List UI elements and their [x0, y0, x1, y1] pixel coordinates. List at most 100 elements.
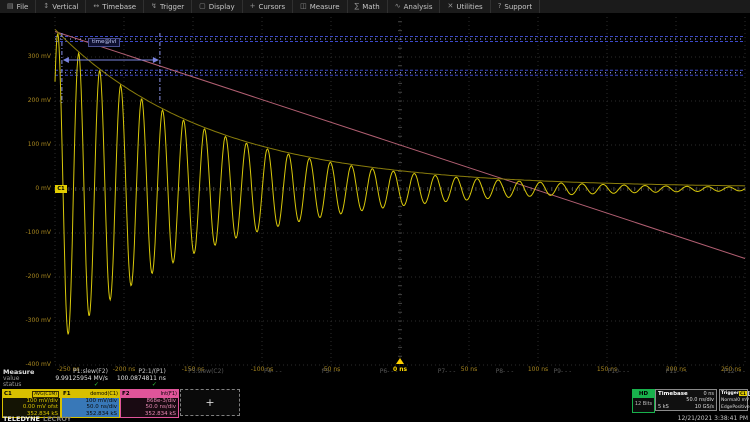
f1-samples: 352.834 kS — [64, 411, 117, 417]
status-row-label: status — [0, 382, 55, 389]
menu-item-label: Support — [504, 3, 532, 11]
c1-coupling-badge: AVG(C1M) — [32, 391, 59, 398]
y-axis-label: -400 mV — [0, 361, 51, 368]
menu-item-label: Cursors — [258, 3, 285, 11]
teledyne-lecroy-logo: TELEDYNELECROY — [3, 415, 71, 422]
timebase-samples: 5 kS — [658, 404, 669, 410]
measure-status — [171, 382, 229, 389]
menu-item-analysis[interactable]: ∿Analysis — [388, 0, 441, 13]
f2-label: F2 — [122, 391, 130, 397]
add-trace-button[interactable]: + — [180, 389, 240, 416]
measure-column: P6- - - — [345, 369, 403, 389]
trigger-slope: Positive — [732, 405, 749, 411]
menu-bar: ▤File↕Vertical↔Timebase↯Trigger▢Display+… — [0, 0, 750, 14]
menu-item-cursors[interactable]: +Cursors — [243, 0, 294, 13]
menu-item-timebase[interactable]: ↔Timebase — [86, 0, 144, 13]
timebase-rate: 10 GS/s — [695, 404, 714, 410]
vertical-icon: ↕ — [43, 0, 49, 13]
waveform-display — [0, 0, 750, 422]
trace-descriptor-f1[interactable]: F1 demod(C1) 100 mV/div 50.0 ns/div 352.… — [61, 389, 120, 418]
measure-status — [576, 382, 634, 389]
timebase-icon: ↔ — [93, 0, 99, 13]
y-axis-label: 300 mV — [0, 53, 51, 60]
arrow-head-icon — [63, 57, 69, 63]
hd-label: HD — [633, 390, 654, 398]
hd-bits: 12 Bits — [633, 398, 654, 412]
menu-item-label: Display — [209, 3, 235, 11]
timebase-title: Timebase — [658, 391, 688, 397]
menu-item-math[interactable]: ∑Math — [348, 0, 388, 13]
measure-status — [403, 382, 461, 389]
file-icon: ▤ — [7, 0, 14, 13]
measure-status: ✓ — [113, 382, 171, 389]
measure-column: P3:slew(C2) — [171, 369, 229, 389]
trace-descriptor-f2[interactable]: F2 Int(F1) 868e-3/div 50.0 ns/div 352.83… — [120, 389, 179, 418]
menu-item-label: Analysis — [404, 3, 433, 11]
c1-label: C1 — [4, 391, 12, 397]
c1-zero-marker[interactable]: C1 — [55, 185, 67, 193]
menu-item-trigger[interactable]: ↯Trigger — [144, 0, 192, 13]
measure-column: P11- - - — [634, 369, 692, 389]
y-axis-label: 100 mV — [0, 141, 51, 148]
trigger-position-icon[interactable] — [396, 358, 404, 364]
utilities-icon: ✕ — [447, 0, 453, 13]
measure-column: P5- - - — [287, 369, 345, 389]
measure-column: P9- - - — [518, 369, 576, 389]
measure-row-labels: Measure value status — [0, 369, 55, 389]
menu-item-file[interactable]: ▤File — [0, 0, 36, 13]
menu-item-label: Trigger — [160, 3, 184, 11]
measure-status — [460, 382, 518, 389]
measure-status — [229, 382, 287, 389]
oscilloscope-screen: ▤File↕Vertical↔Timebase↯Trigger▢Display+… — [0, 0, 750, 422]
arrow-head-icon — [153, 57, 159, 63]
display-icon: ▢ — [199, 0, 206, 13]
measure-table: Measure value status P1:slew(F2)9.991259… — [0, 369, 750, 389]
datetime: 12/21/2021 3:38:41 PM — [678, 415, 748, 422]
y-axis-label: 0 mV — [0, 185, 51, 192]
menu-item-measure[interactable]: ◫Measure — [293, 0, 347, 13]
y-axis-label: -300 mV — [0, 317, 51, 324]
measure-column: P10- - - — [576, 369, 634, 389]
trigger-box[interactable]: Trigger C1DC Normal 0 mV Edge Positive — [719, 389, 748, 411]
menu-item-label: Vertical — [52, 3, 78, 11]
menu-item-label: File — [17, 3, 29, 11]
menu-item-support[interactable]: ?Support — [491, 0, 540, 13]
analysis-icon: ∿ — [395, 0, 401, 13]
hd-mode-box[interactable]: HD 12 Bits — [632, 389, 655, 413]
math-icon: ∑ — [355, 0, 360, 13]
menu-item-label: Utilities — [456, 3, 482, 11]
menu-item-label: Math — [362, 3, 380, 11]
f2-samples: 352.834 kS — [123, 411, 176, 417]
cursors-icon: + — [250, 0, 256, 13]
measure-status — [287, 382, 345, 389]
measure-column: P7- - - — [403, 369, 461, 389]
f1-function: demod(C1) — [90, 391, 118, 397]
measure-column: P2:1/(P1)100.0874811 ns✓ — [113, 369, 171, 389]
menu-item-vertical[interactable]: ↕Vertical — [36, 0, 86, 13]
measure-status — [345, 382, 403, 389]
trigger-type: Edge — [721, 405, 732, 411]
measure-column: P4- - - — [229, 369, 287, 389]
measure-icon: ◫ — [300, 0, 307, 13]
measure-status — [518, 382, 576, 389]
trigger-icon: ↯ — [151, 0, 157, 13]
timebase-box[interactable]: Timebase 0 ns 50.0 ns/div 5 kS 10 GS/s — [655, 389, 717, 411]
f1-label: F1 — [63, 391, 71, 397]
time-at-level-label: time@lvl — [88, 38, 120, 47]
support-icon: ? — [498, 0, 502, 13]
y-axis-label: -100 mV — [0, 229, 51, 236]
measure-column: P12- - - — [692, 369, 750, 389]
y-axis-label: 200 mV — [0, 97, 51, 104]
f2-function: Int(F1) — [160, 391, 177, 397]
measure-status: ✓ — [55, 382, 113, 389]
measure-column: P1:slew(F2)9.99125954 MV/s✓ — [55, 369, 113, 389]
y-axis-label: -200 mV — [0, 273, 51, 280]
trace-descriptor-c1[interactable]: C1 AVG(C1M) 100 mV/div 0.00 mV ofst 352.… — [2, 389, 61, 418]
measure-column: P8- - - — [460, 369, 518, 389]
menu-item-label: Measure — [310, 3, 340, 11]
trigger-source-badge: C1 — [739, 391, 747, 396]
menu-item-display[interactable]: ▢Display — [192, 0, 242, 13]
measure-status — [692, 382, 750, 389]
menu-item-label: Timebase — [102, 3, 136, 11]
menu-item-utilities[interactable]: ✕Utilities — [440, 0, 490, 13]
